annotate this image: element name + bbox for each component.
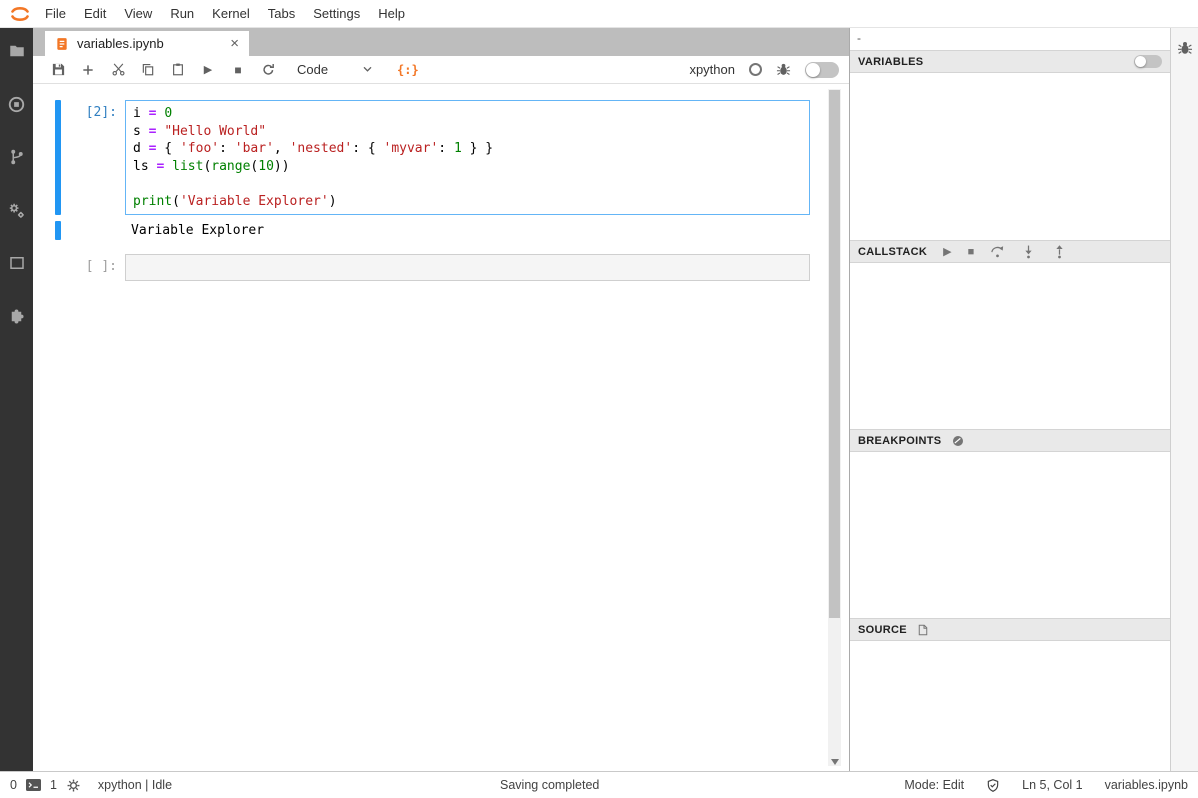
step-in-icon[interactable] <box>1021 244 1036 259</box>
callstack-title: CALLSTACK <box>858 246 927 258</box>
menu-item-view[interactable]: View <box>115 0 161 27</box>
notebook-scrollbar[interactable] <box>828 89 841 766</box>
notebook-file-icon <box>55 37 69 51</box>
open-source-icon[interactable] <box>917 623 929 637</box>
cell-type-value: Code <box>297 62 328 77</box>
cell-type-dropdown[interactable]: Code <box>293 60 377 79</box>
running-kernels-icon[interactable] <box>7 94 27 114</box>
cut-cell-button[interactable] <box>103 57 133 83</box>
source-title: SOURCE <box>858 624 907 636</box>
kernel-name-button[interactable]: xpython <box>689 62 735 77</box>
callstack-toolbar: ▶ ■ <box>943 244 1067 259</box>
status-message: Saving completed <box>500 778 599 792</box>
left-sidebar <box>0 28 33 771</box>
empty-code-editor[interactable] <box>125 254 810 281</box>
statusbar-filename: variables.ipynb <box>1105 778 1188 792</box>
variables-body <box>850 73 1170 240</box>
debugger-panel-title: - <box>850 28 1170 50</box>
code-cell-active[interactable]: [2]: i = 0s = "Hello World"d = { 'foo': … <box>55 100 849 215</box>
remove-breakpoints-icon[interactable] <box>951 434 965 448</box>
breakpoints-title: BREAKPOINTS <box>858 435 941 447</box>
gears-icon[interactable] <box>7 200 27 220</box>
interrupt-kernel-button[interactable]: ■ <box>223 57 253 83</box>
right-sidebar <box>1170 28 1198 771</box>
debugger-panel: - VARIABLES CALLSTACK ▶ ■ BREAKPOINTS <box>849 28 1170 771</box>
notebook-toolbar: ▶ ■ Code {:} xpython <box>33 56 849 84</box>
folder-icon[interactable] <box>7 41 27 61</box>
toggle-knob <box>806 63 820 77</box>
open-tabs-icon[interactable] <box>7 253 27 273</box>
enable-debugger-toggle[interactable] <box>805 62 839 78</box>
jupyter-logo-icon <box>8 2 32 26</box>
chevron-down-icon <box>362 66 373 73</box>
input-prompt: [2]: <box>61 100 125 215</box>
code-editor[interactable]: i = 0s = "Hello World"d = { 'foo': 'bar'… <box>125 100 810 215</box>
kernel-braces-icon[interactable]: {:} <box>397 63 419 77</box>
cell-output-area: Variable Explorer <box>55 221 849 240</box>
copy-cell-button[interactable] <box>133 57 163 83</box>
item-count[interactable]: 0 <box>10 778 17 792</box>
tab-title: variables.ipynb <box>77 36 222 51</box>
step-out-icon[interactable] <box>1052 244 1067 259</box>
cell-output: Variable Explorer <box>131 221 264 240</box>
source-body <box>850 641 1170 771</box>
mode-indicator[interactable]: Mode: Edit <box>904 778 964 792</box>
menubar: File Edit View Run Kernel Tabs Settings … <box>0 0 1198 28</box>
variables-section-header[interactable]: VARIABLES <box>850 50 1170 73</box>
code-cell-empty[interactable]: [ ]: <box>55 254 849 281</box>
debugger-tab-bug-icon[interactable] <box>1177 40 1193 58</box>
menu-item-run[interactable]: Run <box>161 0 203 27</box>
tab-close-icon[interactable]: × <box>230 36 239 51</box>
kernel-status[interactable]: xpython | Idle <box>98 778 172 792</box>
output-collapser[interactable] <box>55 221 61 240</box>
dock-tab-bar: variables.ipynb × <box>33 28 849 56</box>
run-cell-button[interactable]: ▶ <box>193 57 223 83</box>
variables-view-toggle[interactable] <box>1134 55 1162 68</box>
variables-title: VARIABLES <box>858 56 923 68</box>
paste-cell-button[interactable] <box>163 57 193 83</box>
menu-item-settings[interactable]: Settings <box>304 0 369 27</box>
continue-icon[interactable]: ▶ <box>943 245 951 258</box>
restart-kernel-button[interactable] <box>253 57 283 83</box>
breakpoints-section-header[interactable]: BREAKPOINTS <box>850 429 1170 452</box>
bug-icon[interactable] <box>776 62 791 77</box>
step-over-icon[interactable] <box>990 244 1005 259</box>
extensions-icon[interactable] <box>7 306 27 326</box>
callstack-section-header[interactable]: CALLSTACK ▶ ■ <box>850 240 1170 263</box>
menu-item-kernel[interactable]: Kernel <box>203 0 259 27</box>
source-section-header[interactable]: SOURCE <box>850 618 1170 641</box>
add-cell-button[interactable] <box>73 57 103 83</box>
breakpoints-body <box>850 452 1170 618</box>
save-button[interactable] <box>43 57 73 83</box>
callstack-body <box>850 263 1170 429</box>
code-lines: i = 0s = "Hello World"d = { 'foo': 'bar'… <box>133 105 802 210</box>
trust-shield-icon[interactable] <box>986 778 1000 793</box>
menu-item-file[interactable]: File <box>36 0 75 27</box>
terminate-icon[interactable]: ■ <box>968 246 975 258</box>
tab-variables-ipynb[interactable]: variables.ipynb × <box>45 31 249 56</box>
status-bar: 0 1 xpython | Idle Saving completed Mode… <box>0 771 1198 798</box>
menu-item-help[interactable]: Help <box>369 0 414 27</box>
terminal-count[interactable]: 1 <box>50 778 57 792</box>
empty-input-prompt: [ ]: <box>61 254 125 281</box>
git-icon[interactable] <box>7 147 27 167</box>
scrollbar-thumb[interactable] <box>829 90 840 618</box>
toggle-knob <box>1135 56 1146 67</box>
scroll-down-icon[interactable] <box>828 759 841 765</box>
gear-icon[interactable] <box>66 778 81 793</box>
kernel-status-icon[interactable] <box>749 63 762 76</box>
menu-item-edit[interactable]: Edit <box>75 0 115 27</box>
terminal-icon[interactable] <box>26 779 41 791</box>
menu-item-tabs[interactable]: Tabs <box>259 0 304 27</box>
cursor-position[interactable]: Ln 5, Col 1 <box>1022 778 1082 792</box>
main-panel: variables.ipynb × ▶ ■ Code {: <box>33 28 849 771</box>
notebook-content: [2]: i = 0s = "Hello World"d = { 'foo': … <box>33 84 849 771</box>
